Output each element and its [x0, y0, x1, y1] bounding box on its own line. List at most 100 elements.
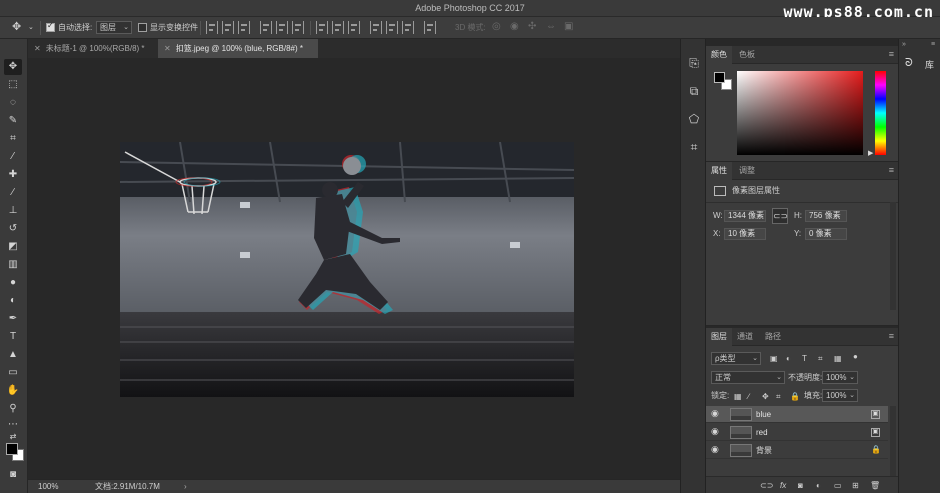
zoom-level[interactable]: 100% — [38, 480, 58, 493]
layer-row-red[interactable]: ◉ red ▣ — [706, 424, 888, 441]
align-left-icon[interactable] — [260, 21, 272, 34]
tab-channels[interactable]: 通道 — [732, 328, 758, 346]
orbit-3d-icon[interactable]: ◎ — [492, 20, 501, 34]
adjustment-layer-icon[interactable]: ◐ — [816, 479, 821, 493]
eyedropper-tool-icon[interactable]: ⁄ — [4, 149, 22, 165]
tab-layers[interactable]: 图层 — [706, 328, 732, 346]
width-field[interactable]: 1344 像素 — [724, 210, 766, 222]
pen-tool-icon[interactable]: ✒ — [4, 311, 22, 327]
dodge-tool-icon[interactable]: ◐ — [4, 293, 22, 309]
color-swatches[interactable] — [714, 72, 734, 92]
gradient-tool-icon[interactable]: ▥ — [4, 257, 22, 273]
align-top-icon[interactable] — [206, 21, 218, 34]
layer-filter-dropdown[interactable]: ρ类型 ⌄ — [711, 352, 761, 365]
zoom-tool-icon[interactable]: ⚲ — [4, 401, 22, 417]
saturation-brightness-picker[interactable] — [737, 71, 863, 155]
type-tool-icon[interactable]: T — [4, 329, 22, 345]
tab-adjustments[interactable]: 调整 — [734, 162, 760, 180]
roll-3d-icon[interactable]: ◉ — [510, 20, 519, 34]
hue-slider[interactable] — [875, 71, 886, 155]
visibility-eye-icon[interactable]: ◉ — [711, 408, 719, 419]
path-selection-tool-icon[interactable]: ▲ — [4, 347, 22, 363]
distribute-vertical-center-icon[interactable] — [332, 21, 344, 34]
align-horizontal-center-icon[interactable] — [276, 21, 288, 34]
link-layers-icon[interactable]: ⊂⊃ — [760, 479, 773, 493]
lock-all-icon[interactable]: 🔒 — [790, 390, 800, 404]
visibility-eye-icon[interactable]: ◉ — [711, 426, 719, 437]
history-brush-tool-icon[interactable]: ↺ — [4, 221, 22, 237]
move-tool-icon[interactable]: ✥ — [12, 20, 21, 34]
layers-scrollbar[interactable] — [890, 406, 896, 476]
filter-type-icon[interactable]: T — [802, 352, 807, 366]
delete-layer-icon[interactable]: 🗑 — [870, 479, 880, 493]
panel-menu-icon[interactable]: ≡ — [931, 41, 935, 48]
lasso-tool-icon[interactable]: ◌ — [4, 95, 22, 111]
distribute-top-icon[interactable] — [316, 21, 328, 34]
tab-paths[interactable]: 路径 — [760, 328, 786, 346]
lock-transparency-icon[interactable]: ▦ — [734, 390, 742, 404]
foreground-color-swatch[interactable] — [6, 443, 18, 455]
opacity-field[interactable]: 100% ⌄ — [822, 371, 858, 384]
slide-3d-icon[interactable]: ⇔ — [546, 20, 556, 34]
canvas-area[interactable] — [28, 58, 680, 479]
blend-mode-dropdown[interactable]: 正常 ⌄ — [711, 371, 785, 384]
fill-field[interactable]: 100% ⌄ — [822, 389, 858, 402]
lock-artboard-icon[interactable]: ⌗ — [776, 390, 781, 404]
healing-brush-tool-icon[interactable]: ✚ — [4, 167, 22, 183]
marquee-tool-icon[interactable]: ⬚ — [4, 77, 22, 93]
document-image[interactable] — [120, 142, 574, 397]
panel-menu-icon[interactable]: ≡ — [889, 165, 894, 175]
lock-position-icon[interactable]: ✥ — [762, 390, 769, 404]
auto-align-layers-icon[interactable] — [424, 21, 436, 34]
rectangle-tool-icon[interactable]: ▭ — [4, 365, 22, 381]
tool-preset-chevron-icon[interactable]: ⌄ — [28, 21, 34, 35]
filter-smart-object-icon[interactable]: ▦ — [834, 352, 842, 366]
blur-tool-icon[interactable]: ● — [4, 275, 22, 291]
foreground-color-swatch[interactable] — [714, 72, 725, 83]
new-group-icon[interactable]: ▭ — [834, 479, 842, 493]
x-field[interactable]: 10 像素 — [724, 228, 766, 240]
align-right-icon[interactable] — [292, 21, 304, 34]
panel-menu-icon[interactable]: ≡ — [889, 49, 894, 59]
auto-select-checkbox[interactable] — [46, 21, 55, 32]
crop-tool-icon[interactable]: ⌗ — [4, 131, 22, 147]
distribute-left-icon[interactable] — [370, 21, 382, 34]
shapes-panel-icon[interactable]: ⬠ — [686, 111, 702, 127]
history-panel-icon[interactable]: ⎘ — [686, 55, 702, 71]
layer-style-fx-icon[interactable]: fx — [780, 479, 786, 493]
move-tool-icon[interactable]: ✥ — [4, 59, 22, 75]
scale-3d-icon[interactable]: ▣ — [564, 20, 573, 34]
filter-adjustment-icon[interactable]: ◐ — [786, 352, 791, 366]
hue-slider-handle[interactable]: ▶ — [868, 149, 873, 157]
auto-select-target-dropdown[interactable]: 图层 ⌄ — [96, 21, 132, 34]
tab-properties[interactable]: 属性 — [706, 162, 732, 180]
distribute-horizontal-center-icon[interactable] — [386, 21, 398, 34]
layer-row-blue[interactable]: ◉ blue ▣ — [706, 406, 888, 423]
color-swatches[interactable] — [4, 441, 26, 463]
crop-panel-icon[interactable]: ⌗ — [686, 139, 702, 155]
add-mask-icon[interactable]: ◙ — [798, 479, 803, 493]
collapse-panels-icon[interactable]: » — [902, 41, 906, 48]
quick-select-tool-icon[interactable]: ✎ — [4, 113, 22, 129]
align-vertical-center-icon[interactable] — [222, 21, 234, 34]
layer-row-background[interactable]: ◉ 背景 🔒 — [706, 442, 888, 459]
distribute-bottom-icon[interactable] — [348, 21, 360, 34]
close-icon[interactable]: ✕ — [164, 44, 171, 53]
tab-swatches[interactable]: 色板 — [734, 46, 760, 64]
lock-pixels-icon[interactable]: ∕ — [748, 390, 749, 404]
clone-stamp-tool-icon[interactable]: ⊥ — [4, 203, 22, 219]
pan-3d-icon[interactable]: ✣ — [528, 20, 536, 34]
height-field[interactable]: 756 像素 — [805, 210, 847, 222]
distribute-right-icon[interactable] — [402, 21, 414, 34]
properties-scrollbar[interactable] — [890, 202, 896, 310]
close-icon[interactable]: ✕ — [34, 44, 41, 53]
paths-panel-icon[interactable]: ⧉ — [686, 83, 702, 99]
filter-toggle-icon[interactable]: ● — [853, 350, 858, 364]
filter-shape-icon[interactable]: ⌗ — [818, 352, 823, 366]
tab-untitled-1[interactable]: ✕ 未标题-1 @ 100%(RGB/8) * — [28, 39, 158, 58]
libraries-label[interactable]: 库 — [925, 58, 934, 71]
chevron-right-icon[interactable]: › — [184, 480, 187, 493]
hand-tool-icon[interactable]: ✋ — [4, 383, 22, 399]
filter-pixel-icon[interactable]: ▣ — [770, 352, 778, 366]
new-layer-icon[interactable]: ⊞ — [852, 479, 859, 493]
